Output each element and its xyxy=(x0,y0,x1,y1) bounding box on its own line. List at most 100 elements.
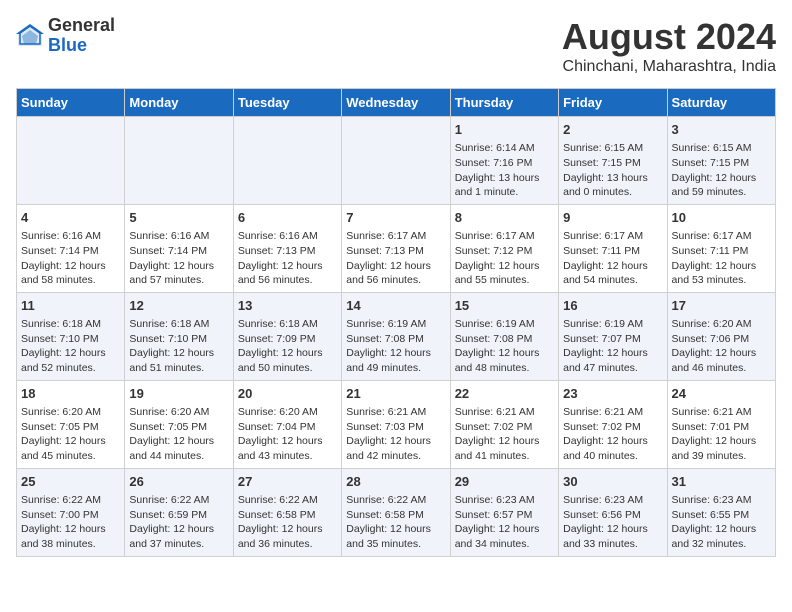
day-info: Daylight: 12 hours xyxy=(563,522,662,537)
calendar-cell: 11Sunrise: 6:18 AMSunset: 7:10 PMDayligh… xyxy=(17,292,125,380)
calendar-cell: 25Sunrise: 6:22 AMSunset: 7:00 PMDayligh… xyxy=(17,468,125,556)
logo: General Blue xyxy=(16,16,115,56)
day-info: and 39 minutes. xyxy=(672,449,771,464)
week-row: 4Sunrise: 6:16 AMSunset: 7:14 PMDaylight… xyxy=(17,204,776,292)
week-row: 1Sunrise: 6:14 AMSunset: 7:16 PMDaylight… xyxy=(17,117,776,205)
day-info: Sunrise: 6:16 AM xyxy=(129,229,228,244)
header: General Blue August 2024 Chinchani, Maha… xyxy=(16,16,776,76)
day-info: Daylight: 12 hours xyxy=(346,259,445,274)
day-info: Daylight: 12 hours xyxy=(455,346,554,361)
calendar-cell: 14Sunrise: 6:19 AMSunset: 7:08 PMDayligh… xyxy=(342,292,450,380)
day-info: Daylight: 12 hours xyxy=(455,434,554,449)
day-info: Daylight: 13 hours xyxy=(563,171,662,186)
day-info: Sunrise: 6:21 AM xyxy=(672,405,771,420)
day-info: Sunset: 6:59 PM xyxy=(129,508,228,523)
day-info: and 56 minutes. xyxy=(238,273,337,288)
day-info: Sunrise: 6:20 AM xyxy=(238,405,337,420)
day-info: Sunrise: 6:23 AM xyxy=(563,493,662,508)
day-info: Daylight: 12 hours xyxy=(21,434,120,449)
day-info: Daylight: 12 hours xyxy=(129,522,228,537)
day-info: Daylight: 13 hours xyxy=(455,171,554,186)
day-info: Daylight: 12 hours xyxy=(563,259,662,274)
day-info: and 54 minutes. xyxy=(563,273,662,288)
day-number: 5 xyxy=(129,209,228,227)
day-info: Sunrise: 6:21 AM xyxy=(346,405,445,420)
calendar-cell: 16Sunrise: 6:19 AMSunset: 7:07 PMDayligh… xyxy=(559,292,667,380)
calendar-cell xyxy=(17,117,125,205)
day-info: and 53 minutes. xyxy=(672,273,771,288)
day-info: Daylight: 12 hours xyxy=(129,259,228,274)
day-info: Daylight: 12 hours xyxy=(238,346,337,361)
calendar-cell: 13Sunrise: 6:18 AMSunset: 7:09 PMDayligh… xyxy=(233,292,341,380)
calendar-cell: 23Sunrise: 6:21 AMSunset: 7:02 PMDayligh… xyxy=(559,380,667,468)
day-info: Sunrise: 6:17 AM xyxy=(455,229,554,244)
day-info: Sunset: 7:13 PM xyxy=(238,244,337,259)
day-number: 18 xyxy=(21,385,120,403)
day-info: Sunset: 7:11 PM xyxy=(672,244,771,259)
day-info: Sunrise: 6:22 AM xyxy=(21,493,120,508)
day-info: Sunset: 7:00 PM xyxy=(21,508,120,523)
sub-title: Chinchani, Maharashtra, India xyxy=(562,58,776,76)
day-number: 1 xyxy=(455,121,554,139)
day-info: Sunset: 6:55 PM xyxy=(672,508,771,523)
day-info: Daylight: 12 hours xyxy=(238,522,337,537)
day-info: Daylight: 12 hours xyxy=(672,434,771,449)
day-number: 27 xyxy=(238,473,337,491)
day-info: Daylight: 12 hours xyxy=(672,171,771,186)
day-number: 10 xyxy=(672,209,771,227)
calendar-cell: 7Sunrise: 6:17 AMSunset: 7:13 PMDaylight… xyxy=(342,204,450,292)
day-info: and 34 minutes. xyxy=(455,537,554,552)
header-day: Monday xyxy=(125,89,233,117)
day-info: Sunset: 7:08 PM xyxy=(346,332,445,347)
day-number: 14 xyxy=(346,297,445,315)
day-info: Sunrise: 6:15 AM xyxy=(672,141,771,156)
week-row: 18Sunrise: 6:20 AMSunset: 7:05 PMDayligh… xyxy=(17,380,776,468)
day-number: 13 xyxy=(238,297,337,315)
calendar-cell: 27Sunrise: 6:22 AMSunset: 6:58 PMDayligh… xyxy=(233,468,341,556)
day-info: and 58 minutes. xyxy=(21,273,120,288)
day-info: and 38 minutes. xyxy=(21,537,120,552)
day-info: Sunrise: 6:17 AM xyxy=(563,229,662,244)
header-day: Friday xyxy=(559,89,667,117)
day-info: Sunset: 6:56 PM xyxy=(563,508,662,523)
day-info: Sunset: 7:15 PM xyxy=(563,156,662,171)
day-number: 20 xyxy=(238,385,337,403)
calendar-table: SundayMondayTuesdayWednesdayThursdayFrid… xyxy=(16,88,776,557)
day-info: Sunset: 7:01 PM xyxy=(672,420,771,435)
day-number: 8 xyxy=(455,209,554,227)
day-info: and 37 minutes. xyxy=(129,537,228,552)
day-info: and 45 minutes. xyxy=(21,449,120,464)
calendar-cell: 15Sunrise: 6:19 AMSunset: 7:08 PMDayligh… xyxy=(450,292,558,380)
day-info: Sunrise: 6:17 AM xyxy=(346,229,445,244)
day-info: Sunset: 7:15 PM xyxy=(672,156,771,171)
day-info: Sunset: 7:02 PM xyxy=(563,420,662,435)
day-info: and 43 minutes. xyxy=(238,449,337,464)
day-info: Sunrise: 6:21 AM xyxy=(563,405,662,420)
calendar-cell: 20Sunrise: 6:20 AMSunset: 7:04 PMDayligh… xyxy=(233,380,341,468)
week-row: 25Sunrise: 6:22 AMSunset: 7:00 PMDayligh… xyxy=(17,468,776,556)
day-number: 2 xyxy=(563,121,662,139)
day-info: Daylight: 12 hours xyxy=(21,522,120,537)
day-info: Sunrise: 6:23 AM xyxy=(455,493,554,508)
day-number: 24 xyxy=(672,385,771,403)
day-info: Sunset: 7:07 PM xyxy=(563,332,662,347)
calendar-cell xyxy=(125,117,233,205)
calendar-cell: 3Sunrise: 6:15 AMSunset: 7:15 PMDaylight… xyxy=(667,117,775,205)
logo-icon xyxy=(16,22,44,50)
day-info: Daylight: 12 hours xyxy=(455,259,554,274)
day-info: and 50 minutes. xyxy=(238,361,337,376)
header-day: Thursday xyxy=(450,89,558,117)
calendar-cell: 22Sunrise: 6:21 AMSunset: 7:02 PMDayligh… xyxy=(450,380,558,468)
day-info: Sunset: 7:14 PM xyxy=(21,244,120,259)
calendar-cell: 2Sunrise: 6:15 AMSunset: 7:15 PMDaylight… xyxy=(559,117,667,205)
day-number: 17 xyxy=(672,297,771,315)
calendar-cell: 21Sunrise: 6:21 AMSunset: 7:03 PMDayligh… xyxy=(342,380,450,468)
day-info: Sunset: 7:09 PM xyxy=(238,332,337,347)
day-number: 31 xyxy=(672,473,771,491)
day-number: 7 xyxy=(346,209,445,227)
day-info: and 49 minutes. xyxy=(346,361,445,376)
day-info: Sunset: 6:58 PM xyxy=(346,508,445,523)
day-info: and 57 minutes. xyxy=(129,273,228,288)
calendar-cell xyxy=(342,117,450,205)
day-number: 6 xyxy=(238,209,337,227)
